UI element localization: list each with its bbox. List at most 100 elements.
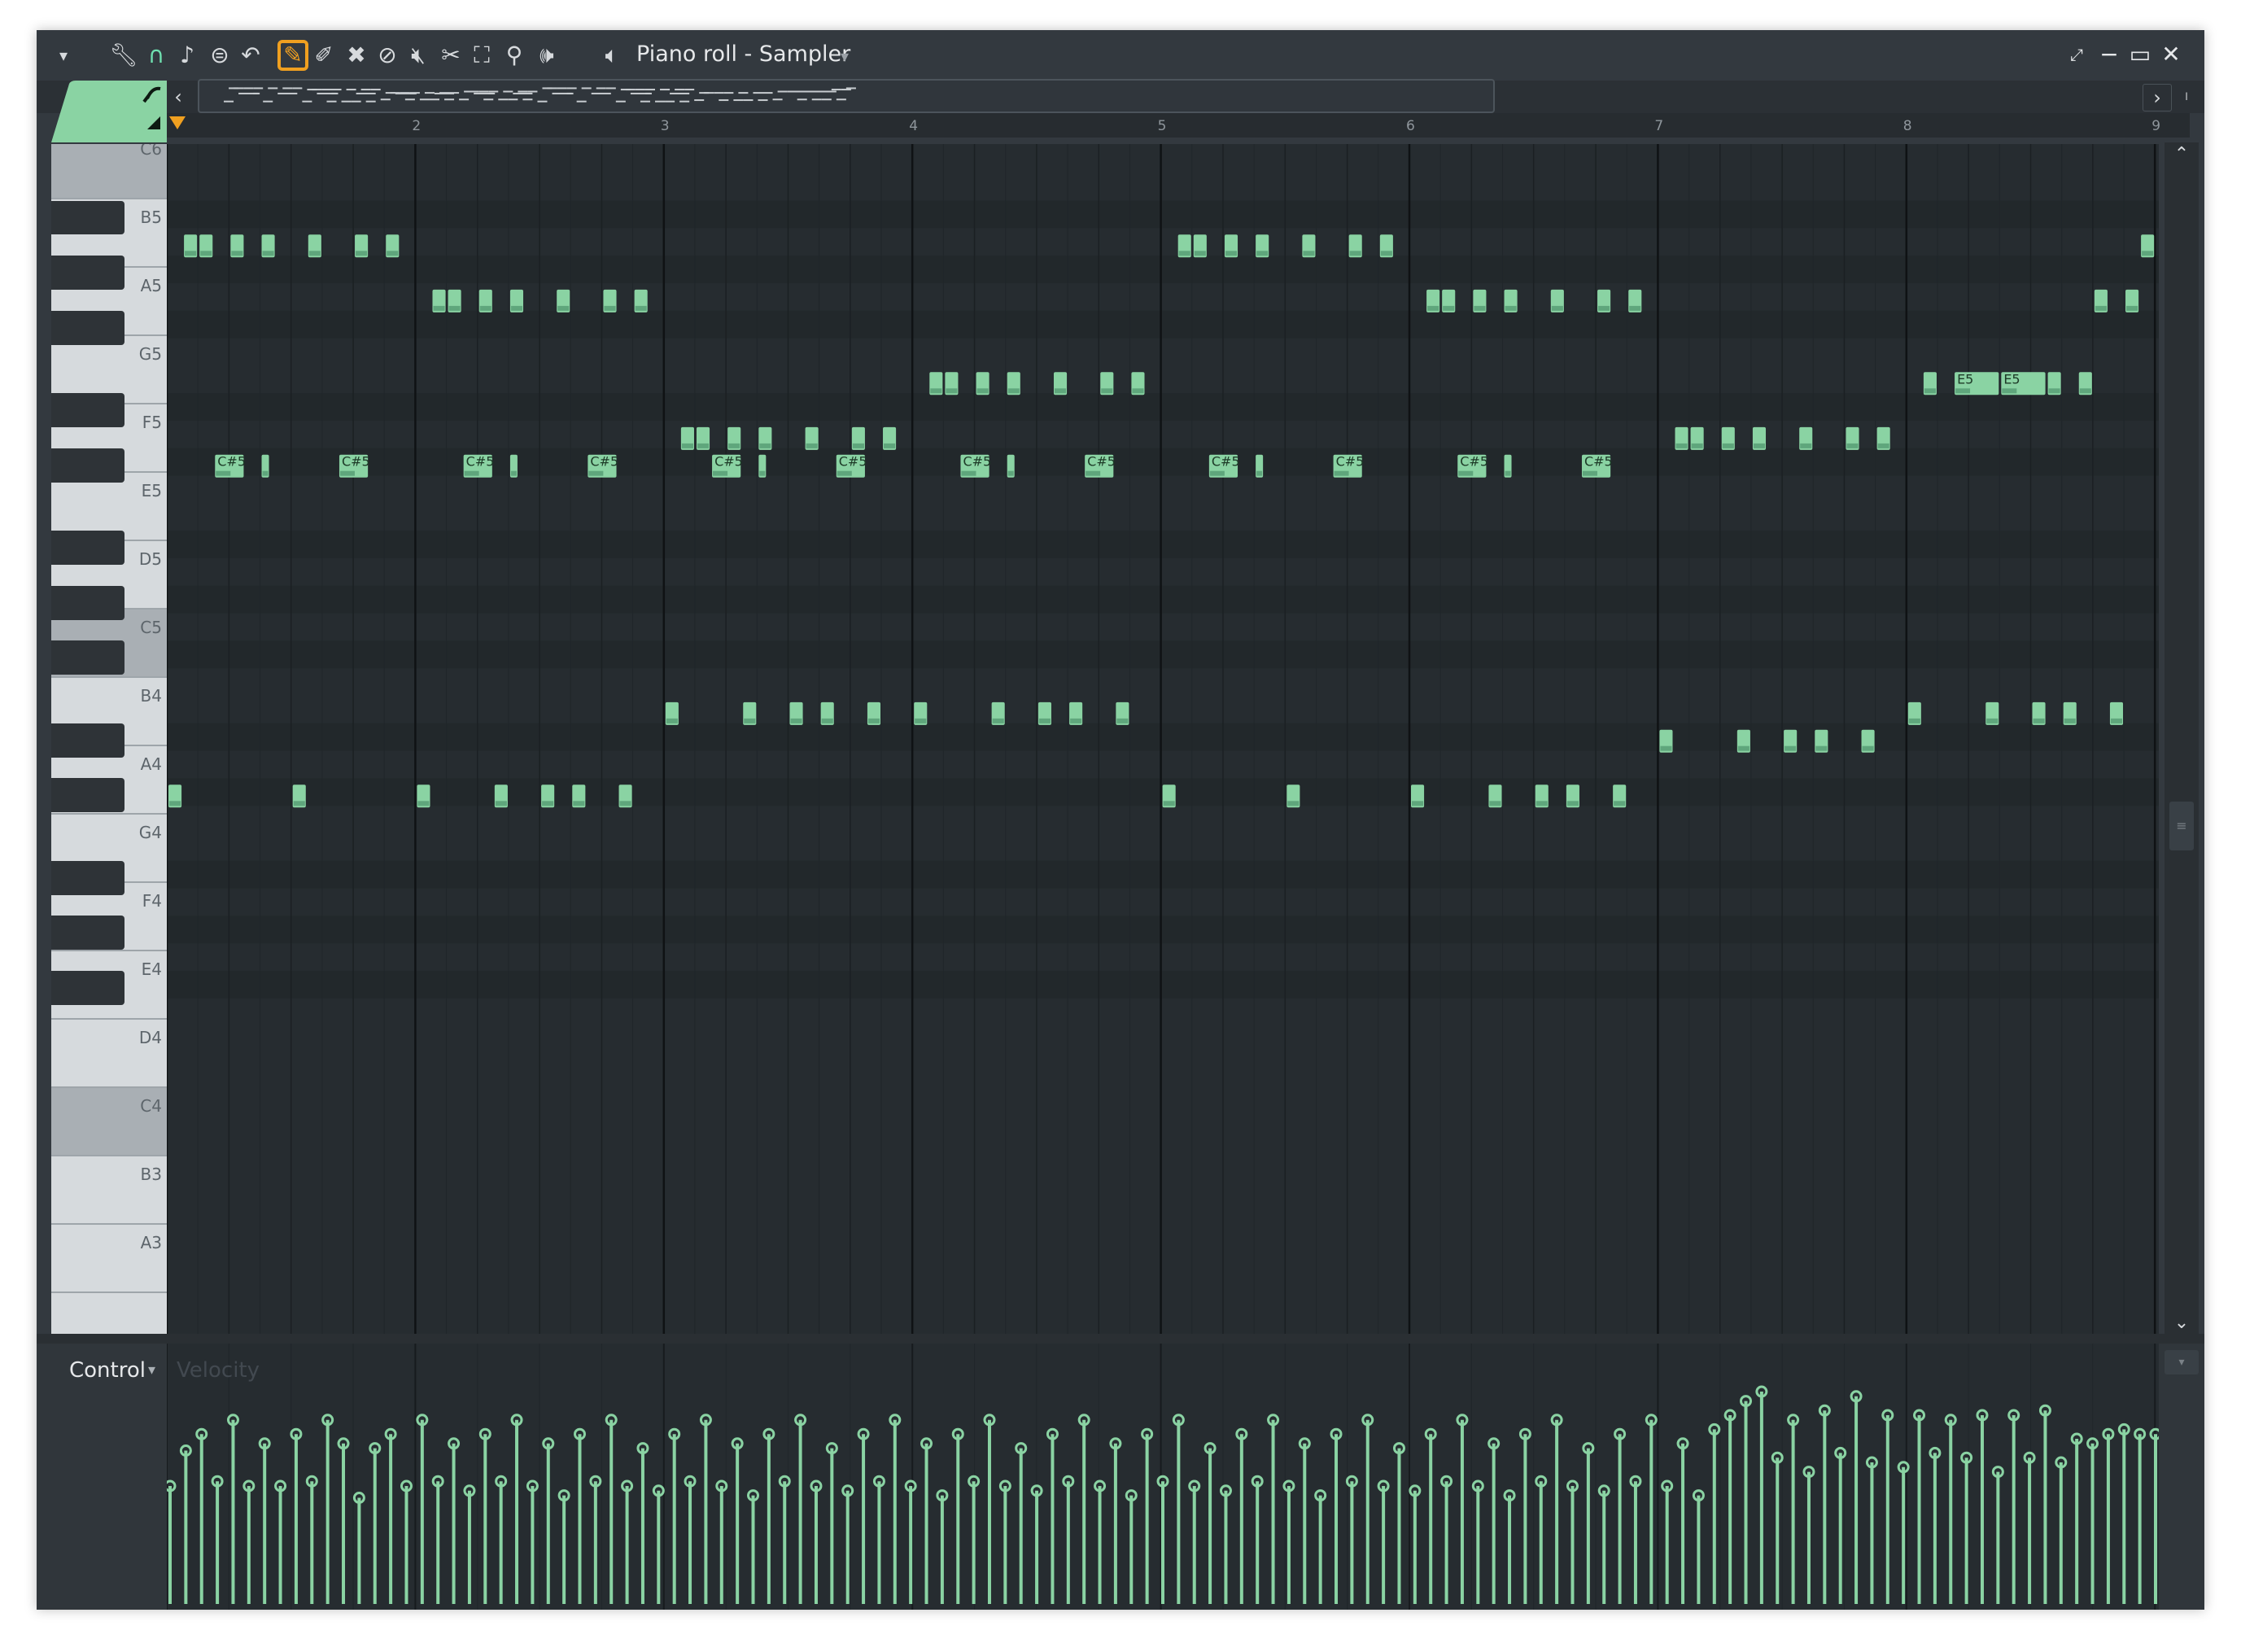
note[interactable]: [1504, 454, 1512, 478]
black-key[interactable]: [51, 200, 124, 235]
note[interactable]: C#5: [588, 454, 618, 478]
note[interactable]: [2063, 701, 2077, 725]
note[interactable]: [1302, 234, 1316, 258]
note[interactable]: [1379, 234, 1393, 258]
note[interactable]: [1690, 426, 1704, 450]
note[interactable]: [1985, 701, 1999, 725]
note[interactable]: [1784, 729, 1798, 753]
note[interactable]: [1007, 454, 1015, 478]
note[interactable]: [1426, 289, 1440, 312]
note[interactable]: [1116, 701, 1129, 725]
time-ruler[interactable]: [167, 113, 2190, 138]
black-key[interactable]: [51, 640, 124, 675]
note[interactable]: [1224, 234, 1238, 258]
black-key[interactable]: [51, 971, 124, 1005]
note[interactable]: [386, 234, 400, 258]
note[interactable]: [1923, 372, 1937, 396]
speaker-icon[interactable]: 🔈︎: [598, 42, 626, 69]
note[interactable]: [2078, 372, 2092, 396]
note[interactable]: C#5: [1581, 454, 1613, 478]
note[interactable]: [1038, 701, 1051, 725]
note[interactable]: [230, 234, 244, 258]
scroll-right-button[interactable]: ›: [2143, 84, 2172, 111]
note[interactable]: [1628, 289, 1642, 312]
note[interactable]: [1535, 784, 1549, 808]
note[interactable]: [1876, 426, 1890, 450]
tool-wedge[interactable]: [51, 81, 173, 142]
menu-caret-icon[interactable]: ▾: [50, 42, 77, 69]
note[interactable]: [1721, 426, 1735, 450]
note[interactable]: [2141, 234, 2155, 258]
note[interactable]: [1907, 701, 1921, 725]
note[interactable]: [1473, 289, 1487, 312]
undo-icon[interactable]: ↶: [237, 42, 264, 69]
note[interactable]: C#5: [215, 454, 246, 478]
note[interactable]: [1815, 729, 1828, 753]
note[interactable]: [1488, 784, 1502, 808]
note[interactable]: [727, 426, 741, 450]
note[interactable]: C#5: [1208, 454, 1240, 478]
black-key[interactable]: [51, 256, 124, 290]
scroll-end-button[interactable]: ⏽: [2173, 84, 2200, 110]
magnet-icon[interactable]: ∩: [142, 42, 170, 69]
note[interactable]: [758, 426, 772, 450]
note[interactable]: [976, 372, 989, 396]
note[interactable]: [820, 701, 834, 725]
black-key[interactable]: [51, 585, 124, 620]
note[interactable]: [541, 784, 555, 808]
note[interactable]: [1100, 372, 1114, 396]
note[interactable]: [2032, 701, 2046, 725]
note[interactable]: C#5: [463, 454, 495, 478]
note[interactable]: [929, 372, 943, 396]
note[interactable]: [1193, 234, 1207, 258]
white-key[interactable]: [51, 1291, 167, 1334]
note[interactable]: E5: [1955, 371, 1999, 396]
select-icon[interactable]: ⛶: [468, 42, 496, 69]
note[interactable]: C#5: [836, 454, 867, 478]
delete-icon[interactable]: ✖: [343, 42, 370, 69]
note[interactable]: C#5: [960, 454, 991, 478]
note[interactable]: [494, 784, 508, 808]
note[interactable]: [1846, 426, 1859, 450]
velocity-lane[interactable]: [167, 1344, 2159, 1610]
note[interactable]: [1550, 289, 1564, 312]
draw-pencil-icon[interactable]: ✎: [277, 40, 308, 71]
note[interactable]: [2047, 372, 2061, 396]
note[interactable]: [743, 701, 757, 725]
note[interactable]: [1348, 234, 1362, 258]
note[interactable]: [292, 784, 306, 808]
note[interactable]: [1286, 784, 1300, 808]
note[interactable]: [634, 289, 648, 312]
note[interactable]: [618, 784, 632, 808]
note[interactable]: [168, 784, 182, 808]
note[interactable]: [478, 289, 492, 312]
note[interactable]: [1504, 289, 1518, 312]
note[interactable]: [1736, 729, 1750, 753]
note[interactable]: [883, 426, 897, 450]
song-overview[interactable]: [198, 79, 1495, 113]
mute-speaker-icon[interactable]: 🔇︎: [404, 42, 432, 69]
note[interactable]: [261, 454, 269, 478]
zoom-icon[interactable]: ⚲: [500, 42, 528, 69]
note[interactable]: [789, 701, 803, 725]
playhead-marker[interactable]: [169, 116, 186, 129]
scroll-thumb[interactable]: ≡: [2169, 802, 2194, 850]
black-key[interactable]: [51, 448, 124, 483]
note[interactable]: [1442, 289, 1456, 312]
black-key[interactable]: [51, 860, 124, 895]
note[interactable]: [851, 426, 865, 450]
note[interactable]: [355, 234, 369, 258]
control-caret-icon[interactable]: ▾: [148, 1361, 155, 1379]
note[interactable]: [572, 784, 586, 808]
note[interactable]: [603, 289, 617, 312]
slice-icon[interactable]: ✂: [437, 42, 465, 69]
black-key[interactable]: [51, 310, 124, 345]
note[interactable]: [1007, 372, 1020, 396]
note[interactable]: [1256, 454, 1264, 478]
note[interactable]: [1162, 784, 1176, 808]
black-key[interactable]: [51, 723, 124, 758]
piano-keyboard[interactable]: C6 B5 A5 G5 F5 E5 D5 C5 B4 A4 G4 F4 E4 D4 C4 B3 A3: [51, 144, 167, 1334]
black-key[interactable]: [51, 393, 124, 427]
note[interactable]: [805, 426, 819, 450]
note[interactable]: [1069, 701, 1083, 725]
